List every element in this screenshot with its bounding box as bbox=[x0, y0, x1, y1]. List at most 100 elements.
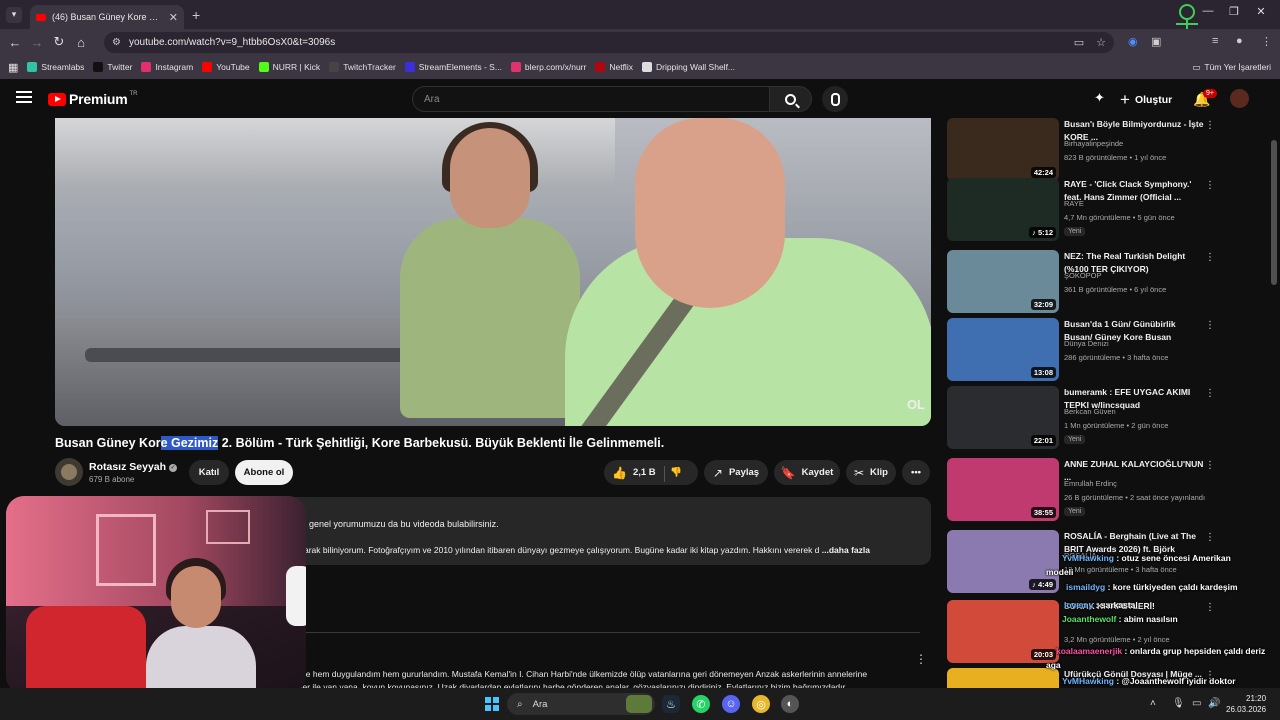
profile-icon[interactable]: ● bbox=[1236, 35, 1243, 47]
save-button[interactable]: 🔖 Kaydet bbox=[774, 460, 840, 485]
reload-icon[interactable]: ↻ bbox=[48, 34, 70, 50]
video-thumbnail[interactable]: ♪ 4:49 bbox=[947, 530, 1059, 593]
new-tab-button[interactable]: + bbox=[192, 7, 200, 23]
studio-icon[interactable]: ✦ bbox=[1094, 90, 1105, 106]
clip-button[interactable]: ✂ Klip bbox=[846, 460, 896, 485]
bookmark-star-icon[interactable]: ☆ bbox=[1096, 36, 1106, 49]
tab-title: (46) Busan Güney Kore Gezimiz 2. Bölüm -… bbox=[52, 12, 165, 22]
windows-start-icon[interactable] bbox=[485, 697, 499, 711]
recommended-channel[interactable]: Emrullah Erdinç bbox=[1064, 479, 1117, 488]
chat-username[interactable]: lovemy bbox=[1064, 600, 1093, 610]
obs-icon[interactable]: ◐ bbox=[781, 695, 799, 713]
chrome-icon[interactable]: ◎ bbox=[752, 695, 770, 713]
duration-badge: 32:09 bbox=[1030, 299, 1056, 310]
recommended-channel[interactable]: Dünya Denizi bbox=[1064, 339, 1109, 348]
apps-grid-icon[interactable]: ▦ bbox=[8, 61, 18, 74]
recommended-title[interactable]: RAYE - 'Click Clack Symphony.' feat. Han… bbox=[1064, 178, 1204, 204]
bookmark-item[interactable]: blerp.com/x/nurr bbox=[510, 62, 586, 72]
tray-monitor-icon[interactable]: ▭ bbox=[1192, 698, 1201, 709]
dislike-button[interactable]: 👎 bbox=[670, 467, 682, 478]
menu-hamburger-icon[interactable] bbox=[16, 91, 32, 103]
bookmark-item[interactable]: Dripping Wall Shelf... bbox=[641, 62, 735, 72]
window-close-icon[interactable]: ✕ bbox=[1251, 5, 1271, 18]
extension-icon-1[interactable]: ◉ bbox=[1128, 35, 1138, 48]
join-button[interactable]: Katıl bbox=[189, 460, 229, 485]
chat-username[interactable]: YvMHawking bbox=[1062, 676, 1114, 686]
media-controls-icon[interactable]: ≡ bbox=[1212, 35, 1218, 47]
youtube-logo[interactable]: Premium TR bbox=[48, 91, 138, 107]
more-actions-button[interactable]: ••• bbox=[902, 460, 930, 485]
video-player[interactable]: OL bbox=[55, 118, 931, 426]
bookmark-item[interactable]: Netflix bbox=[595, 62, 633, 72]
tray-mic-icon[interactable]: 🎙 bbox=[1172, 698, 1185, 709]
all-bookmarks-folder[interactable]: ▭ Tüm Yer İşaretleri bbox=[1192, 62, 1271, 73]
recommended-channel[interactable]: ŞOKOPOP bbox=[1064, 271, 1102, 280]
video-thumbnail[interactable]: 13:08 bbox=[947, 318, 1059, 381]
item-menu-icon[interactable]: ⋮ bbox=[1205, 460, 1215, 471]
account-avatar[interactable] bbox=[1230, 89, 1249, 108]
sidebar-scrollbar[interactable] bbox=[1271, 140, 1277, 285]
chat-username[interactable]: YvMHawking bbox=[1062, 553, 1114, 563]
bookmark-item[interactable]: NURR | Kick bbox=[258, 62, 320, 72]
tab-close-icon[interactable]: ✕ bbox=[169, 11, 178, 24]
recommended-channel[interactable]: Birhayalinpeşinde bbox=[1064, 139, 1123, 148]
chat-text: sarkastal bbox=[1100, 600, 1138, 610]
search-button[interactable] bbox=[770, 86, 812, 112]
chat-message: YvMHawking : @Joaanthewolf iyidir doktor bbox=[1062, 676, 1236, 686]
share-button[interactable]: ↗ Paylaş bbox=[704, 460, 768, 485]
tab-search-button[interactable]: ▾ bbox=[6, 6, 22, 23]
steam-icon[interactable]: ♨ bbox=[662, 695, 680, 713]
chat-username[interactable]: ismaildyg bbox=[1066, 582, 1105, 592]
bookmark-item[interactable]: StreamElements - S... bbox=[404, 62, 502, 72]
search-input[interactable]: Ara bbox=[412, 86, 770, 112]
bookmark-item[interactable]: Streamlabs bbox=[27, 62, 84, 72]
bookmark-item[interactable]: Twitter bbox=[93, 62, 132, 72]
video-thumbnail[interactable]: 22:01 bbox=[947, 386, 1059, 449]
video-thumbnail[interactable]: 38:55 bbox=[947, 458, 1059, 521]
home-icon[interactable]: ⌂ bbox=[70, 35, 92, 50]
recommended-channel[interactable]: RAYE bbox=[1064, 199, 1084, 208]
whatsapp-icon[interactable]: ✆ bbox=[692, 695, 710, 713]
tray-chevron-icon[interactable]: ˄ bbox=[1150, 698, 1156, 709]
chrome-menu-icon[interactable]: ⋮ bbox=[1261, 35, 1272, 48]
extension-icon-2[interactable]: ▣ bbox=[1151, 35, 1161, 48]
recommended-meta: 361 B görüntüleme • 6 yıl önce bbox=[1064, 285, 1167, 294]
item-menu-icon[interactable]: ⋮ bbox=[1205, 602, 1215, 613]
subscribe-button[interactable]: Abone ol bbox=[235, 460, 293, 485]
video-thumbnail[interactable]: 32:09 bbox=[947, 250, 1059, 313]
bookmark-item[interactable]: TwitchTracker bbox=[329, 62, 396, 72]
item-menu-icon[interactable]: ⋮ bbox=[1205, 532, 1215, 543]
like-button[interactable]: 👍 2,1 B bbox=[612, 466, 656, 480]
chat-username[interactable]: koalaamaenerjik bbox=[1056, 646, 1122, 656]
video-thumbnail[interactable]: 20:03 bbox=[947, 600, 1059, 663]
item-menu-icon[interactable]: ⋮ bbox=[1205, 120, 1215, 131]
chat-username[interactable]: Joaanthewolf bbox=[1062, 614, 1116, 624]
recommended-channel[interactable]: Berkcan Güven bbox=[1064, 407, 1116, 416]
site-info-icon[interactable]: ⚙ bbox=[112, 37, 121, 48]
video-thumbnail[interactable]: 42:24 bbox=[947, 118, 1059, 181]
taskbar-widget-image[interactable] bbox=[626, 695, 652, 713]
show-more-link[interactable]: ...daha fazla bbox=[822, 545, 870, 555]
item-menu-icon[interactable]: ⋮ bbox=[1205, 320, 1215, 331]
channel-name[interactable]: Rotasız Seyyah ✓ bbox=[89, 461, 178, 473]
item-menu-icon[interactable]: ⋮ bbox=[1205, 252, 1215, 263]
comment-menu-icon[interactable]: ⋮ bbox=[915, 652, 927, 666]
forward-arrow-icon[interactable]: → bbox=[26, 35, 48, 50]
channel-avatar[interactable] bbox=[55, 458, 83, 486]
voice-search-button[interactable] bbox=[822, 86, 848, 112]
video-thumbnail[interactable]: ♪ 5:12 bbox=[947, 178, 1059, 241]
taskbar-clock[interactable]: 21:20 26.03.2026 bbox=[1226, 693, 1266, 715]
create-button[interactable]: + Oluştur bbox=[1120, 90, 1172, 110]
address-bar[interactable]: ⚙ youtube.com/watch?v=9_htbb6OsX0&t=3096… bbox=[104, 32, 1114, 53]
bookmark-item[interactable]: Instagram bbox=[141, 62, 193, 72]
discord-icon[interactable]: ☺ bbox=[722, 695, 740, 713]
item-menu-icon[interactable]: ⋮ bbox=[1205, 180, 1215, 191]
maximize-icon[interactable]: ❐ bbox=[1224, 5, 1244, 18]
bookmark-item[interactable]: YouTube bbox=[202, 62, 250, 72]
all-bookmarks-label: Tüm Yer İşaretleri bbox=[1204, 62, 1271, 72]
cast-icon[interactable]: ▭ bbox=[1074, 36, 1084, 49]
item-menu-icon[interactable]: ⋮ bbox=[1205, 388, 1215, 399]
tray-speaker-icon[interactable]: 🔊 bbox=[1208, 698, 1220, 709]
back-arrow-icon[interactable]: ← bbox=[4, 35, 26, 50]
active-tab[interactable]: (46) Busan Güney Kore Gezimiz 2. Bölüm -… bbox=[30, 5, 184, 29]
